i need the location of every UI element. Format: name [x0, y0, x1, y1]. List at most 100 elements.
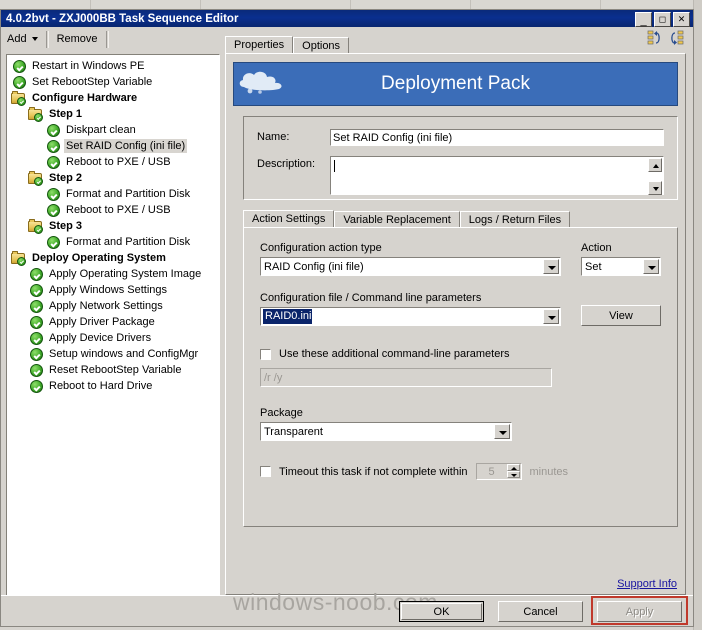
cancel-button[interactable]: Cancel — [498, 601, 583, 622]
tree-item[interactable]: Set RAID Config (ini file) — [9, 138, 219, 154]
green-check-icon — [45, 155, 61, 170]
maximize-button[interactable]: ◻ — [654, 12, 671, 27]
tree-item[interactable]: Step 3 — [9, 218, 219, 234]
view-button-label: View — [609, 309, 633, 322]
action-label: Action — [581, 242, 612, 254]
config-file-dropdown-button[interactable] — [543, 309, 559, 324]
name-input[interactable]: Set RAID Config (ini file) — [330, 129, 664, 146]
green-check-icon — [45, 187, 61, 202]
remove-button[interactable]: Remove — [51, 29, 104, 49]
tab-logs-return-files[interactable]: Logs / Return Files — [459, 211, 571, 227]
tree-item[interactable]: Restart in Windows PE — [9, 58, 219, 74]
stepper-up-button[interactable] — [506, 464, 520, 471]
name-row: Name: Set RAID Config (ini file) — [257, 129, 664, 146]
apply-button-label: Apply — [625, 605, 654, 618]
green-check-icon — [28, 283, 44, 298]
banner-title: Deployment Pack — [381, 73, 530, 94]
check-badge — [17, 96, 26, 106]
scroll-down-button[interactable] — [648, 181, 662, 195]
window-titlebar: 4.0.2bvt - ZXJ000BB Task Sequence Editor… — [1, 10, 693, 27]
tree-item[interactable]: Deploy Operating System — [9, 250, 219, 266]
tab-variable-replacement[interactable]: Variable Replacement — [334, 211, 460, 227]
remove-button-label: Remove — [56, 33, 98, 45]
tree-item[interactable]: Apply Device Drivers — [9, 330, 219, 346]
extra-params-input[interactable]: /r /y — [260, 368, 552, 387]
package-dropdown-button[interactable] — [494, 424, 510, 439]
tree-item-label: Format and Partition Disk — [66, 236, 191, 248]
timeout-checkbox[interactable] — [260, 466, 271, 477]
triangle-up-icon — [653, 164, 659, 168]
tree-item[interactable]: Reboot to PXE / USB — [9, 154, 219, 170]
tree-item[interactable]: Set RebootStep Variable — [9, 74, 219, 90]
ok-button-label: OK — [433, 605, 450, 618]
config-file-label: Configuration file / Command line parame… — [260, 292, 482, 304]
triangle-down-icon — [510, 474, 517, 477]
apply-button: Apply — [597, 601, 682, 622]
task-sequence-tree[interactable]: Restart in Windows PE Set RebootStep Vari… — [6, 54, 220, 602]
config-action-type-dropdown-button[interactable] — [543, 259, 559, 274]
check-shape — [47, 123, 60, 137]
background-right-strip — [693, 0, 702, 630]
text-caret — [334, 160, 335, 172]
green-check-icon — [28, 363, 44, 378]
tree-item-label: Set RAID Config (ini file) — [64, 139, 188, 153]
tree-item-label: Apply Network Settings — [49, 300, 163, 312]
green-check-icon — [45, 123, 61, 138]
description-scrollbar[interactable] — [648, 158, 662, 195]
folder-check-icon — [28, 218, 44, 234]
tab-properties[interactable]: Properties — [225, 36, 294, 53]
tree-item[interactable]: Diskpart clean — [9, 122, 219, 138]
extra-params-checkbox[interactable] — [260, 348, 271, 360]
check-shape — [30, 379, 43, 393]
tree-item[interactable]: Apply Operating System Image — [9, 266, 219, 282]
tree-item[interactable]: Setup windows and ConfigMgr — [9, 346, 219, 362]
description-input[interactable] — [330, 156, 664, 195]
ok-button[interactable]: OK — [399, 601, 484, 622]
properties-tab-body: Deployment Pack Name: Set RAID Config (i… — [225, 53, 686, 595]
tree-item[interactable]: Step 2 — [9, 170, 219, 186]
action-dropdown-button[interactable] — [643, 259, 659, 274]
green-check-icon — [45, 139, 61, 154]
tree-item[interactable]: Format and Partition Disk — [9, 234, 219, 250]
window-title: 4.0.2bvt - ZXJ000BB Task Sequence Editor — [6, 12, 239, 25]
tree-item-label: Apply Driver Package — [49, 316, 155, 328]
tree-item[interactable]: Apply Driver Package — [9, 314, 219, 330]
view-button[interactable]: View — [581, 305, 661, 326]
timeout-stepper-arrows[interactable] — [506, 464, 520, 479]
package-value: Transparent — [264, 426, 323, 438]
add-button[interactable]: Add — [1, 29, 44, 49]
action-combo[interactable]: Set — [581, 257, 661, 276]
timeout-stepper[interactable]: 5 — [475, 463, 522, 480]
tree-item-label: Reboot to PXE / USB — [66, 156, 171, 168]
minimize-button[interactable]: _ — [635, 12, 652, 27]
support-info-link[interactable]: Support Info — [617, 578, 677, 590]
tree-item[interactable]: Format and Partition Disk — [9, 186, 219, 202]
config-action-type-value: RAID Config (ini file) — [264, 261, 364, 273]
tab-properties-label: Properties — [234, 39, 285, 51]
check-shape — [30, 283, 43, 297]
close-button[interactable]: ✕ — [673, 12, 690, 27]
check-shape — [30, 331, 43, 345]
config-file-combo[interactable]: RAID0.ini — [260, 307, 561, 326]
tree-item[interactable]: Step 1 — [9, 106, 219, 122]
tree-item-label: Reboot to Hard Drive — [49, 380, 153, 392]
tree-item[interactable]: Configure Hardware — [9, 90, 219, 106]
tree-item[interactable]: Reboot to PXE / USB — [9, 202, 219, 218]
tree-item[interactable]: Apply Network Settings — [9, 298, 219, 314]
package-combo[interactable]: Transparent — [260, 422, 512, 441]
triangle-down-icon — [653, 187, 659, 191]
tree-item[interactable]: Apply Windows Settings — [9, 282, 219, 298]
tab-options[interactable]: Options — [293, 37, 350, 53]
deployment-pack-banner: Deployment Pack — [233, 62, 678, 106]
folder-check-icon — [11, 90, 27, 106]
config-action-type-label: Configuration action type — [260, 242, 382, 254]
chevron-down-icon — [499, 431, 507, 435]
stepper-down-button[interactable] — [506, 471, 520, 478]
config-action-type-combo[interactable]: RAID Config (ini file) — [260, 257, 561, 276]
tree-item[interactable]: Reboot to Hard Drive — [9, 378, 219, 394]
tab-action-settings[interactable]: Action Settings — [243, 210, 335, 227]
toolbar-separator — [45, 30, 49, 48]
scroll-up-button[interactable] — [648, 158, 662, 172]
tree-item-label: Reset RebootStep Variable — [49, 364, 182, 376]
tree-item[interactable]: Reset RebootStep Variable — [9, 362, 219, 378]
